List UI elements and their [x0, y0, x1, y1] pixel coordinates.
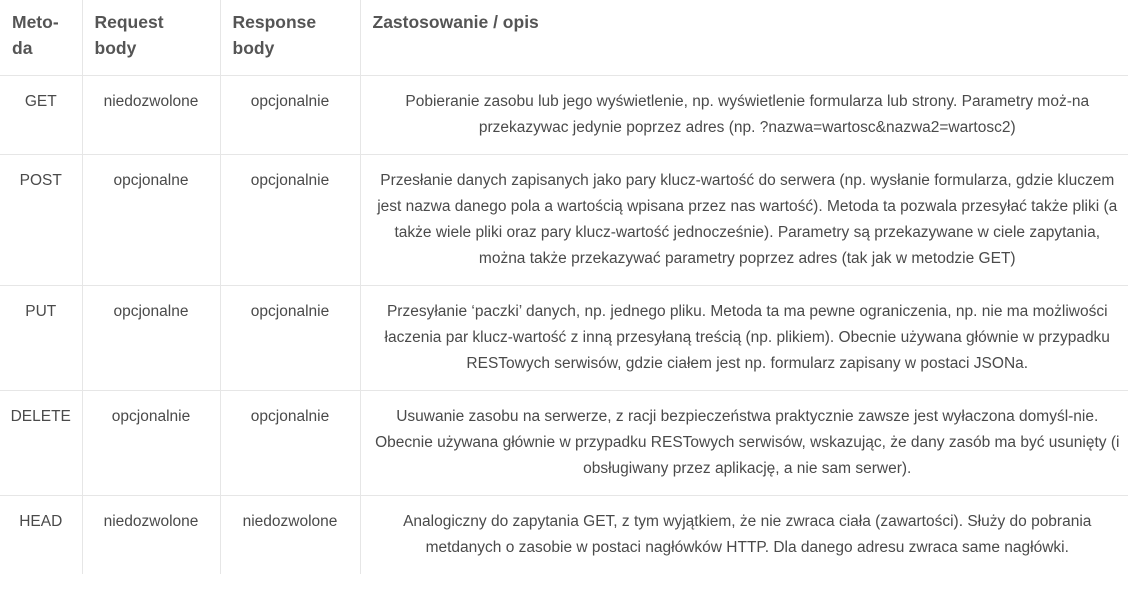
table-body: GET niedozwolone opcjonalnie Pobieranie … — [0, 75, 1128, 574]
cell-response-body: opcjonalnie — [220, 154, 361, 286]
cell-description: Usuwanie zasobu na serwerze, z racji bez… — [360, 390, 1128, 496]
http-methods-table: Meto- da Request body Response body Zast… — [0, 0, 1128, 574]
cell-method: DELETE — [0, 390, 83, 496]
header-row: Meto- da Request body Response body Zast… — [0, 0, 1128, 76]
table-row-put: PUT opcjonalne opcjonalnie Przesyłanie ‘… — [0, 285, 1128, 391]
cell-request-body: opcjonalne — [82, 154, 221, 286]
cell-description: Przesłanie danych zapisanych jako pary k… — [360, 154, 1128, 286]
cell-response-body: niedozwolone — [220, 495, 361, 574]
table-row-post: POST opcjonalne opcjonalnie Przesłanie d… — [0, 154, 1128, 286]
cell-response-body: opcjonalnie — [220, 285, 361, 391]
cell-request-body: niedozwolone — [82, 75, 221, 155]
cell-method: PUT — [0, 285, 83, 391]
cell-description: Przesyłanie ‘paczki’ danych, np. jednego… — [360, 285, 1128, 391]
header-description: Zastosowanie / opis — [360, 0, 1128, 76]
cell-request-body: opcjonalnie — [82, 390, 221, 496]
header-response-body: Response body — [220, 0, 361, 76]
cell-method: POST — [0, 154, 83, 286]
cell-description: Analogiczny do zapytania GET, z tym wyją… — [403, 513, 1092, 556]
cell-request-body: opcjonalne — [82, 285, 221, 391]
table-row-head: HEAD niedozwolone niedozwolone Analogicz… — [0, 495, 1128, 574]
table-row-delete: DELETE opcjonalnie opcjonalnie Usuwanie … — [0, 390, 1128, 496]
cell-method: HEAD — [0, 495, 83, 574]
cell-response-body: opcjonalnie — [220, 75, 361, 155]
header-method: Meto- da — [0, 0, 83, 76]
table-header: Meto- da Request body Response body Zast… — [0, 0, 1128, 76]
cell-request-body: niedozwolone — [82, 495, 221, 574]
header-request-body: Request body — [82, 0, 221, 76]
cell-method: GET — [0, 75, 83, 155]
cell-response-body: opcjonalnie — [220, 390, 361, 496]
cell-description: Pobieranie zasobu lub jego wyświetlenie,… — [360, 75, 1128, 155]
table-row-get: GET niedozwolone opcjonalnie Pobieranie … — [0, 75, 1128, 155]
